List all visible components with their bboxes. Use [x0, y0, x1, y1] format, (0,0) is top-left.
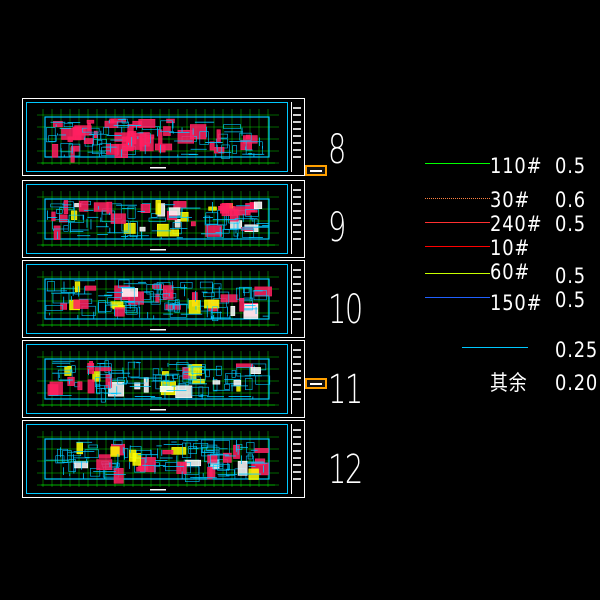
legend-swatch-150 — [425, 297, 490, 298]
title-block — [291, 424, 302, 494]
sheet-floor-10[interactable] — [22, 260, 305, 338]
legend-swatch-240 — [425, 222, 490, 223]
title-block — [291, 102, 302, 172]
sheet-floor-8[interactable] — [22, 98, 305, 176]
legend-value-30: 0.6 — [555, 188, 586, 212]
floor-plan-drawing — [37, 191, 279, 251]
legend-label-60: 60# — [490, 260, 531, 284]
sheet-floor-12[interactable] — [22, 420, 305, 498]
legend-value-default: 0.25 — [555, 338, 599, 362]
layer-tag-11[interactable] — [305, 378, 327, 389]
legend-label-150: 150# — [490, 291, 543, 315]
legend-label-240: 240# — [490, 212, 543, 236]
legend-label-10: 10# — [490, 236, 531, 260]
floor-plan-drawing — [37, 271, 279, 331]
legend-label-other: 其余 — [490, 371, 528, 395]
sheet-floor-9[interactable] — [22, 180, 305, 258]
legend-swatch-110 — [425, 163, 490, 164]
legend-swatch-30 — [425, 198, 490, 199]
floor-number-10: 10 — [328, 287, 363, 333]
legend-swatch-default — [462, 347, 528, 348]
floor-number-12: 12 — [328, 447, 363, 493]
floor-number-11: 11 — [328, 367, 363, 413]
legend-label-110: 110# — [490, 154, 543, 178]
floor-number-8: 8 — [328, 127, 346, 173]
legend-value-240: 0.5 — [555, 212, 586, 236]
floor-number-9: 9 — [328, 205, 346, 251]
floor-plan-drawing — [37, 351, 279, 411]
title-block — [291, 344, 302, 414]
legend-value-60: 0.5 — [555, 264, 586, 288]
legend-value-110: 0.5 — [555, 154, 586, 178]
legend-value-other: 0.20 — [555, 371, 599, 395]
sheet-floor-11[interactable] — [22, 340, 305, 418]
legend-swatch-10 — [425, 246, 490, 247]
floor-plan-drawing — [37, 109, 279, 169]
floor-plan-drawing — [37, 431, 279, 491]
title-block — [291, 184, 302, 254]
title-block — [291, 264, 302, 334]
legend-swatch-60 — [425, 273, 490, 274]
layer-tag-8[interactable] — [305, 165, 327, 176]
legend-value-150: 0.5 — [555, 288, 586, 312]
legend-label-30: 30# — [490, 188, 531, 212]
